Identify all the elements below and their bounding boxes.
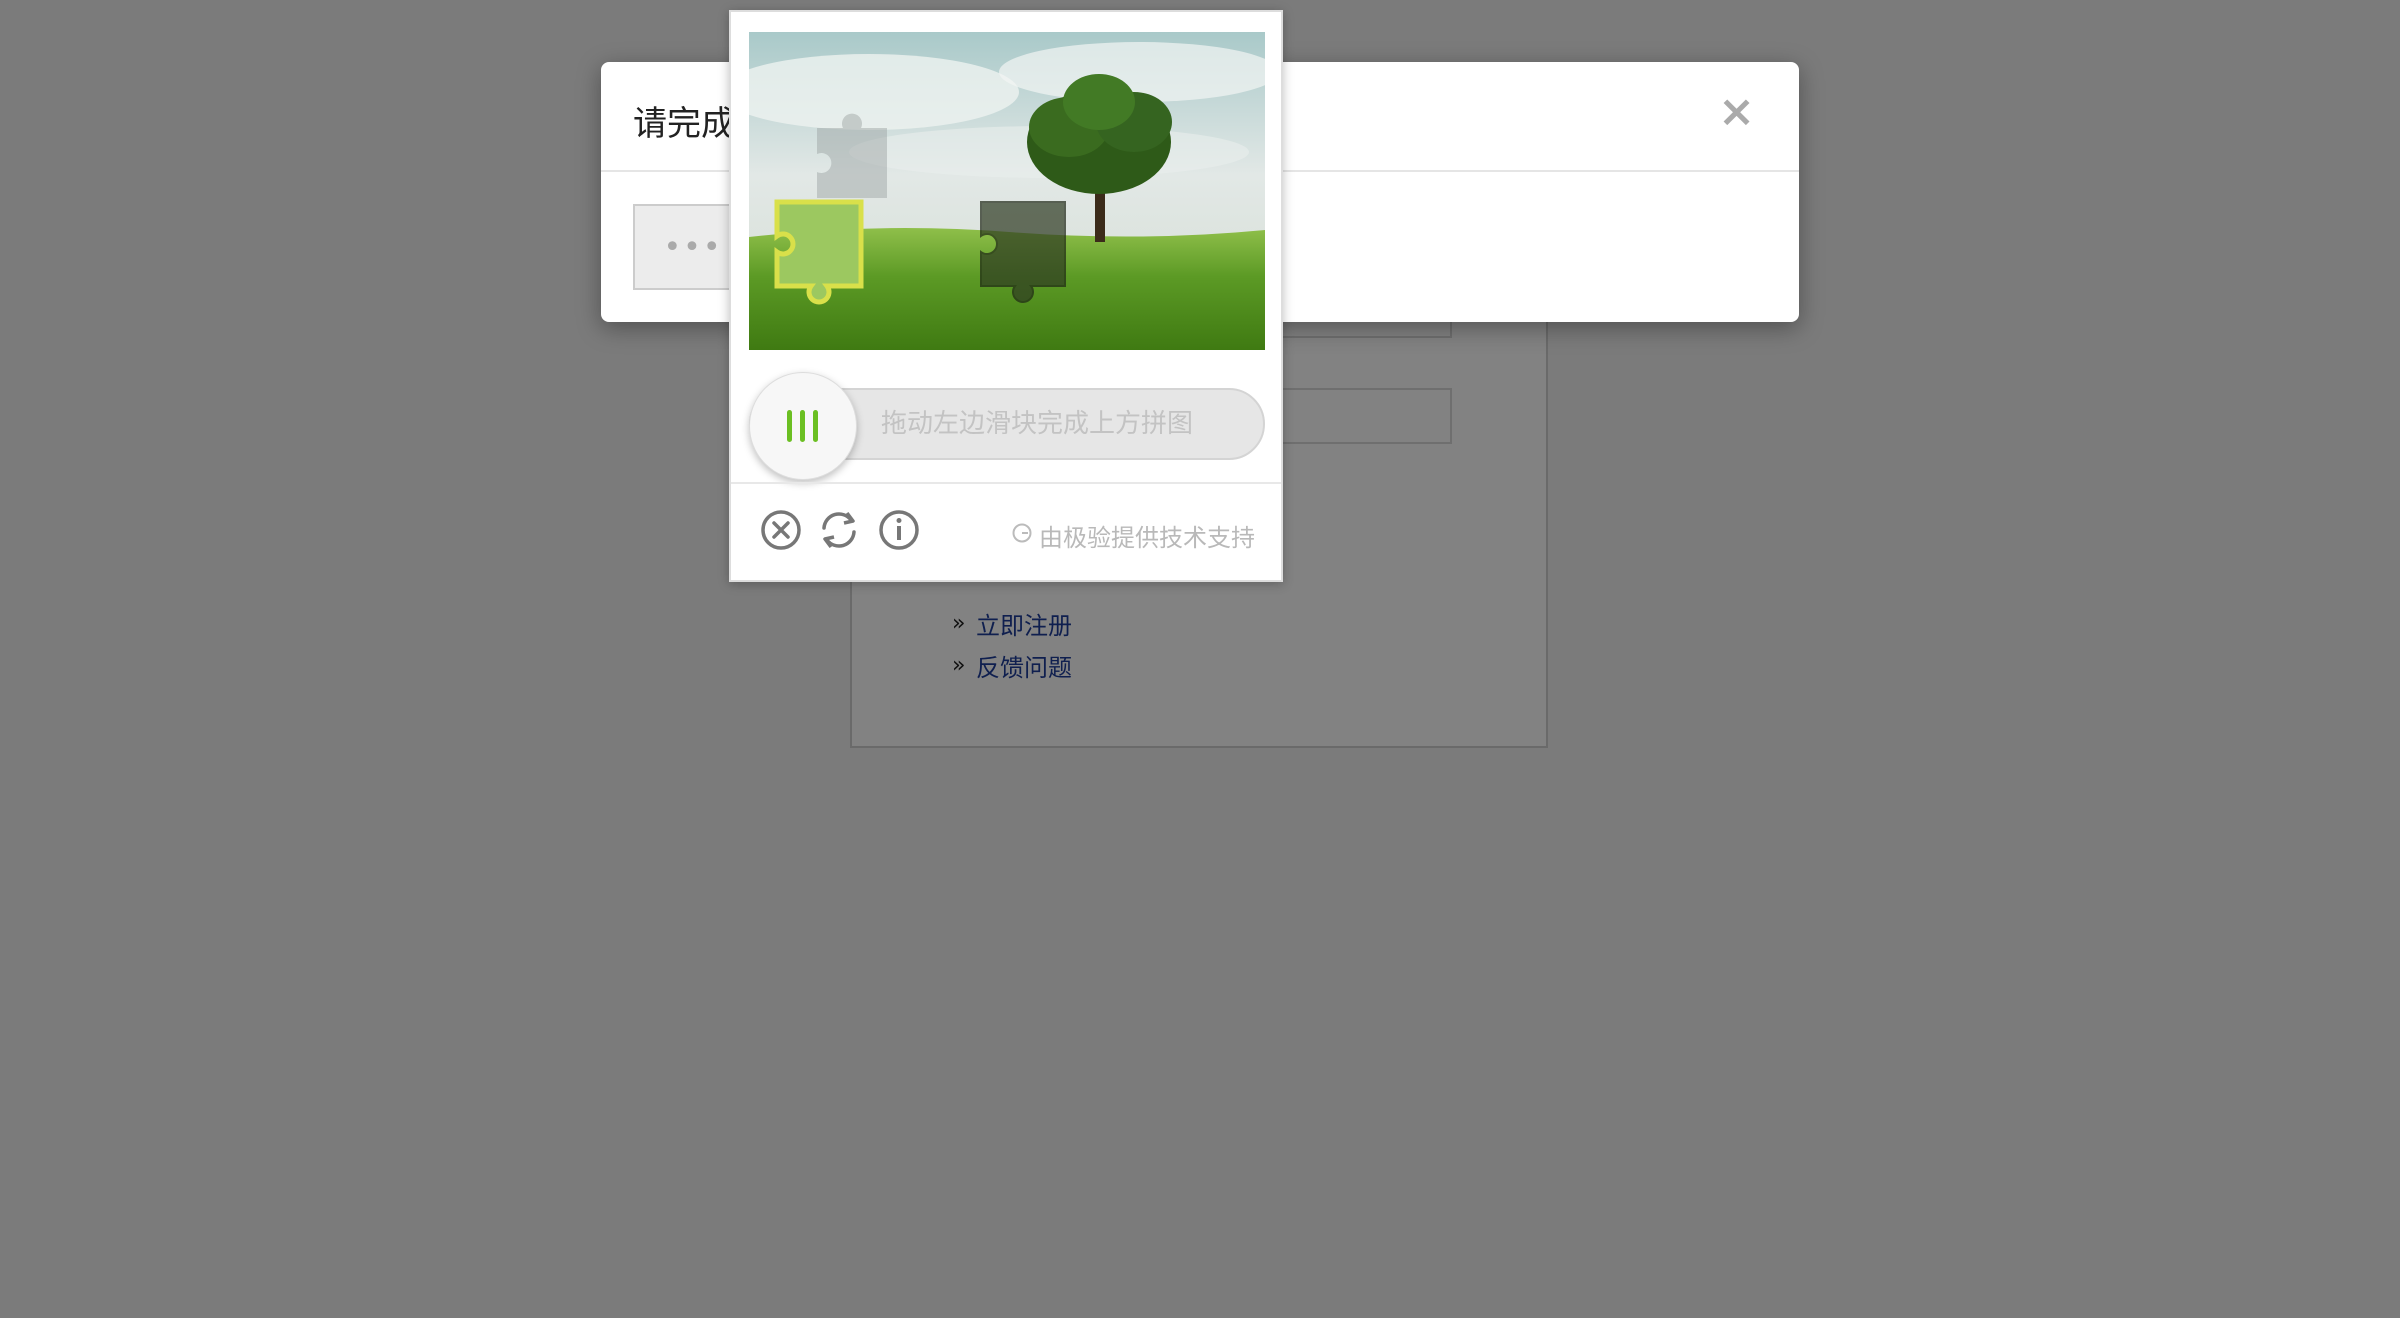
register-link[interactable]: 立即注册 (976, 606, 1072, 641)
login-links: » 立即注册 » 反馈问题 (952, 602, 1072, 686)
feedback-link-row[interactable]: » 反馈问题 (952, 644, 1072, 686)
link-marker: » (952, 610, 966, 636)
powered-by-text: 由极验提供技术支持 (1039, 524, 1255, 552)
captcha-footer: 由极验提供技术支持 (731, 482, 1281, 580)
refresh-icon[interactable] (817, 508, 861, 552)
slider-captcha-popup: 拖动左边滑块完成上方拼图 由极验提供技术支持 (729, 10, 1283, 582)
modal-close-button[interactable]: × (1718, 86, 1755, 137)
modal-title: 请完成 (633, 104, 735, 144)
info-icon[interactable] (877, 508, 921, 552)
puzzle-target-hole (980, 201, 1066, 303)
feedback-link[interactable]: 反馈问题 (976, 648, 1072, 683)
geetest-logo-icon (1011, 522, 1033, 550)
close-circle-icon[interactable] (759, 508, 803, 552)
slider-grip-icon (787, 410, 818, 442)
slider-hint: 拖动左边滑块完成上方拼图 (881, 409, 1194, 439)
puzzle-piece[interactable] (774, 199, 864, 305)
loading-dots: ••• (663, 229, 723, 265)
slider-handle[interactable] (749, 372, 857, 480)
puzzle-scene (749, 32, 1265, 350)
powered-by[interactable]: 由极验提供技术支持 (1011, 518, 1255, 553)
register-link-row[interactable]: » 立即注册 (952, 602, 1072, 644)
link-marker: » (952, 652, 966, 678)
captcha-puzzle-image (749, 32, 1265, 350)
